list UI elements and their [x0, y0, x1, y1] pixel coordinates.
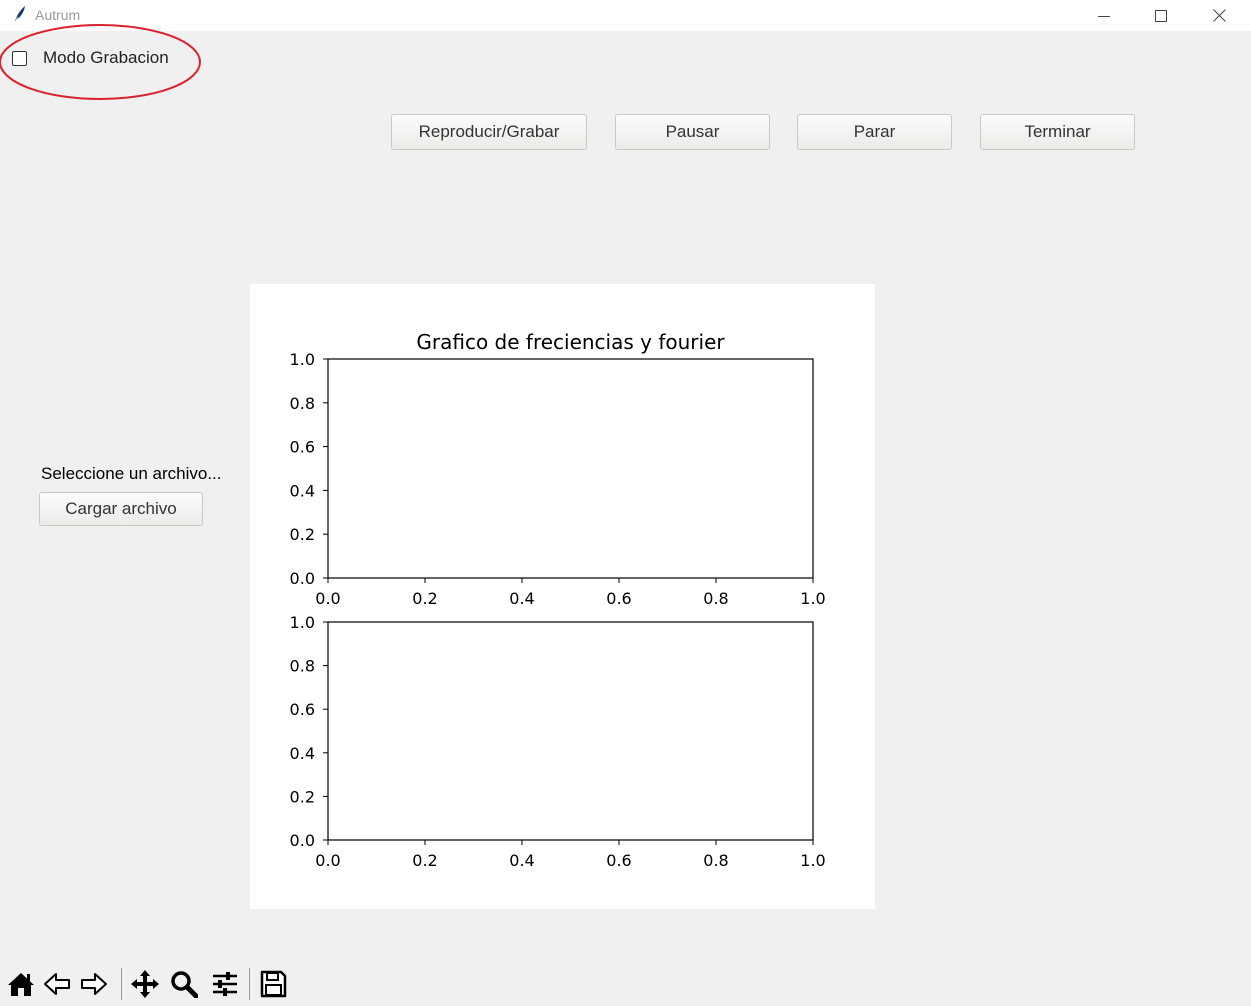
- forward-button[interactable]: [77, 966, 111, 1002]
- configure-subplots-button[interactable]: [208, 966, 242, 1002]
- y-tick-label: 0.0: [290, 569, 315, 588]
- y-tick-label: 1.0: [290, 350, 315, 369]
- configure-subplots-icon: [213, 972, 237, 996]
- pause-button[interactable]: Pausar: [615, 114, 770, 150]
- plot-toolbar: [0, 963, 300, 1006]
- recording-mode-label[interactable]: Modo Grabacion: [43, 48, 169, 68]
- x-tick-label: 0.6: [606, 589, 631, 608]
- x-tick-label: 0.8: [703, 851, 728, 870]
- plot-axes-2: [327, 621, 814, 841]
- back-button[interactable]: [40, 966, 74, 1002]
- y-tick-label: 0.2: [290, 525, 315, 544]
- file-prompt-label: Seleccione un archivo...: [41, 464, 222, 483]
- plot-axes-1: [327, 358, 814, 579]
- x-tick-label: 0.4: [509, 851, 534, 870]
- home-button[interactable]: [4, 966, 38, 1002]
- y-tick-label: 0.6: [290, 700, 315, 719]
- y-tick-label: 1.0: [290, 613, 315, 632]
- x-tick-label: 0.8: [703, 589, 728, 608]
- x-tick-label: 1.0: [800, 589, 825, 608]
- y-tick-label: 0.8: [290, 394, 315, 413]
- finish-button[interactable]: Terminar: [980, 114, 1135, 150]
- x-tick-label: 0.0: [315, 851, 340, 870]
- feather-icon: [13, 6, 25, 25]
- home-icon: [8, 973, 34, 996]
- maximize-button[interactable]: [1132, 0, 1190, 31]
- x-tick-label: 0.4: [509, 589, 534, 608]
- pan-button[interactable]: [128, 966, 162, 1002]
- maximize-icon: [1155, 9, 1167, 22]
- recording-mode-checkbox[interactable]: [12, 50, 27, 66]
- y-tick-label: 0.4: [290, 744, 315, 763]
- x-tick-label: 0.2: [412, 589, 437, 608]
- x-tick-label: 0.0: [315, 589, 340, 608]
- toolbar-separator: [249, 968, 250, 1000]
- save-icon: [260, 970, 287, 998]
- play-record-button[interactable]: Reproducir/Grabar: [391, 114, 587, 150]
- window-title: Autrum: [35, 7, 81, 23]
- stop-button[interactable]: Parar: [797, 114, 952, 150]
- y-tick-label: 0.2: [290, 787, 315, 806]
- save-button[interactable]: [256, 966, 290, 1002]
- close-button[interactable]: [1190, 0, 1248, 31]
- pan-icon: [131, 970, 159, 998]
- zoom-icon: [171, 971, 198, 998]
- x-tick-label: 0.2: [412, 851, 437, 870]
- y-tick-label: 0.8: [290, 657, 315, 676]
- plot-figure: Grafico de freciencias y fourier 0.0 0.2 0.…: [250, 284, 875, 909]
- minimize-icon: [1098, 15, 1110, 17]
- x-tick-label: 0.6: [606, 851, 631, 870]
- recording-mode-checkbox-row[interactable]: Modo Grabacion: [12, 48, 169, 68]
- chart-title: Grafico de freciencias y fourier: [416, 330, 725, 354]
- close-icon: [1212, 9, 1226, 22]
- load-file-button[interactable]: Cargar archivo: [39, 492, 203, 526]
- plot-canvas[interactable]: Grafico de freciencias y fourier 0.0 0.2 0.…: [250, 284, 875, 909]
- back-arrow-icon: [44, 973, 70, 995]
- y-tick-label: 0.0: [290, 831, 315, 850]
- y-tick-label: 0.4: [290, 481, 315, 500]
- toolbar-separator: [121, 968, 122, 1000]
- minimize-button[interactable]: [1075, 0, 1133, 31]
- zoom-button[interactable]: [167, 966, 201, 1002]
- x-tick-label: 1.0: [800, 851, 825, 870]
- y-tick-label: 0.6: [290, 438, 315, 457]
- forward-arrow-icon: [81, 973, 107, 995]
